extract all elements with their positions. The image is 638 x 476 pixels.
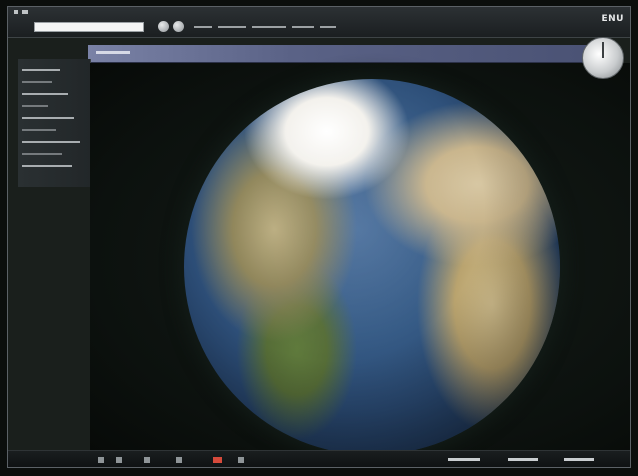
panel-item[interactable] xyxy=(22,69,60,71)
toolbar-item[interactable] xyxy=(252,26,286,28)
panel-item[interactable] xyxy=(22,141,80,143)
language-indicator[interactable]: ENU xyxy=(602,14,625,24)
panel-item[interactable] xyxy=(22,93,68,95)
navigation-bar xyxy=(8,450,630,467)
status-segment xyxy=(448,458,480,461)
panel-item[interactable] xyxy=(22,165,72,167)
nav-zoom-icon[interactable] xyxy=(238,457,244,463)
panel-item[interactable] xyxy=(22,129,56,131)
toolbar-item[interactable] xyxy=(194,26,212,28)
nav-up-icon[interactable] xyxy=(116,457,122,463)
compass-icon[interactable] xyxy=(582,37,624,79)
globe-shading xyxy=(184,79,560,455)
panel-item[interactable] xyxy=(22,81,52,83)
title-bar: ENU xyxy=(8,7,630,38)
layers-panel xyxy=(18,59,91,187)
toolbar-item[interactable] xyxy=(320,26,336,28)
record-button[interactable] xyxy=(213,457,222,463)
app-window: ENU xyxy=(7,6,631,468)
panel-item[interactable] xyxy=(22,105,48,107)
toolbar-item[interactable] xyxy=(292,26,314,28)
nav-forward-icon[interactable] xyxy=(144,457,150,463)
viewport-header-strip xyxy=(88,45,598,63)
status-segment xyxy=(508,458,538,461)
compass-needle xyxy=(602,42,604,58)
record-icon[interactable] xyxy=(173,21,184,32)
strip-label-mark xyxy=(96,51,130,54)
toolbar-item[interactable] xyxy=(218,26,246,28)
panel-item[interactable] xyxy=(22,117,74,119)
panel-item[interactable] xyxy=(22,153,62,155)
system-menu-icon[interactable] xyxy=(22,10,28,14)
status-segment xyxy=(564,458,594,461)
play-icon[interactable] xyxy=(158,21,169,32)
globe-icon[interactable] xyxy=(184,79,560,455)
nav-back-icon[interactable] xyxy=(98,457,104,463)
system-menu-icon[interactable] xyxy=(14,10,18,14)
nav-home-icon[interactable] xyxy=(176,457,182,463)
search-input[interactable] xyxy=(34,22,144,32)
